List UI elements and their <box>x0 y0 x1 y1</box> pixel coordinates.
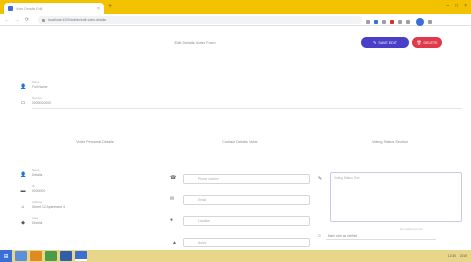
id-card-icon: ▭ <box>20 100 26 106</box>
home-icon: ⌂ <box>21 204 25 210</box>
menu-icon[interactable] <box>428 20 432 24</box>
mail-icon: ✉ <box>170 196 175 202</box>
section-title-status: Voting Status Section <box>371 140 409 144</box>
new-tab-button[interactable]: + <box>108 3 112 10</box>
verified-row[interactable]: ☑ Mark vote as verified <box>318 232 436 240</box>
notes-input[interactable]: Notes <box>183 238 310 247</box>
location-icon: ● <box>170 217 174 223</box>
favicon-icon <box>8 6 13 11</box>
tray-time: 12:30 <box>447 254 456 258</box>
personal-id-field[interactable]: ▬ ID 0000000 <box>20 184 46 194</box>
taskbar-app-icon[interactable] <box>30 251 42 261</box>
email-input[interactable]: Email <box>183 195 310 205</box>
field-label: Name <box>32 168 40 172</box>
os-taskbar: ⊞ 12:30 2019 <box>0 250 471 262</box>
tray-date: 2019 <box>459 254 467 258</box>
field-value: 0000000 <box>32 189 46 193</box>
profile-avatar[interactable] <box>416 18 424 26</box>
browser-tab-strip: Vote Details Edit × + – □ × <box>0 0 471 14</box>
taskbar-app-icon[interactable] <box>15 251 27 261</box>
person-icon: 👤 <box>20 172 27 178</box>
field-label: ID <box>32 184 35 188</box>
close-window-button[interactable]: × <box>464 3 467 9</box>
field-label: Name <box>32 80 40 84</box>
extensions-area <box>366 18 432 26</box>
section-title-personal: Voter Personal Details <box>76 140 114 144</box>
phone-input[interactable]: Phone number <box>183 174 310 184</box>
note-icon: ▲ <box>172 240 177 246</box>
field-underline <box>32 108 462 109</box>
extension-icon[interactable] <box>406 20 410 24</box>
verified-checkbox-label[interactable]: Mark vote as verified <box>325 232 436 240</box>
field-label: Address <box>32 200 43 204</box>
taskbar-app-icon[interactable] <box>45 251 57 261</box>
system-tray: 12:30 2019 <box>448 254 467 258</box>
number-field[interactable]: ▭ Number 0000000000 <box>20 96 51 106</box>
pin-icon: ◆ <box>21 220 25 226</box>
check-icon: ☑ <box>318 234 321 238</box>
tab-title: Vote Details Edit <box>16 6 43 11</box>
edit-icon: ✎ <box>318 176 323 182</box>
page-title: Edit Details Voter Form <box>174 40 216 45</box>
phone-icon: ☎ <box>170 175 177 181</box>
section-title-contact: Contact Details Voter <box>222 140 258 144</box>
forward-button[interactable]: → <box>14 17 20 23</box>
trash-icon: 🗑 <box>416 40 422 45</box>
browser-tab[interactable]: Vote Details Edit × <box>4 3 104 14</box>
name-field[interactable]: 👤 Name Full Name <box>20 80 47 90</box>
minimize-button[interactable]: – <box>446 3 449 9</box>
extension-icon[interactable] <box>390 20 394 24</box>
personal-area-field[interactable]: ◆ Area District <box>20 216 42 226</box>
url-text: localhost:4200/admin/edit-voter-details <box>48 18 107 22</box>
close-tab-icon[interactable]: × <box>97 6 100 12</box>
field-label: Area <box>32 216 38 220</box>
status-textarea[interactable]: Voting Status Text <box>330 172 462 222</box>
bookmark-star-icon[interactable] <box>366 20 370 24</box>
personal-name-field[interactable]: 👤 Name Details <box>20 168 42 178</box>
field-value: 0000000000 <box>32 101 51 105</box>
extension-icon[interactable] <box>398 20 402 24</box>
save-edit-button[interactable]: ✎ SAVE EDIT <box>361 37 409 48</box>
taskbar-app-icon[interactable] <box>60 251 72 261</box>
personal-address-field[interactable]: ⌂ Address Street 12 Apartment 4 <box>20 200 65 210</box>
status-note: last updated just now <box>400 228 423 231</box>
save-icon: ✎ <box>373 40 377 45</box>
field-value: District <box>32 221 43 225</box>
browser-toolbar: ← → ⟳ localhost:4200/admin/edit-voter-de… <box>0 14 471 26</box>
location-input[interactable]: Location <box>183 216 310 226</box>
delete-label: DELETE <box>423 40 438 45</box>
save-edit-label: SAVE EDIT <box>378 40 397 45</box>
start-button[interactable]: ⊞ <box>0 250 12 262</box>
back-button[interactable]: ← <box>4 17 10 23</box>
field-value: Details <box>32 173 43 177</box>
person-icon: 👤 <box>20 84 27 90</box>
card-icon: ▬ <box>20 188 26 194</box>
field-value: Street 12 Apartment 4 <box>32 205 65 209</box>
lock-icon <box>42 18 45 22</box>
reload-button[interactable]: ⟳ <box>24 17 30 23</box>
taskbar-browser-icon[interactable] <box>75 251 87 261</box>
extension-icon[interactable] <box>382 20 386 24</box>
field-label: Number <box>32 96 42 100</box>
window-controls: – □ × <box>446 3 467 9</box>
field-value: Full Name <box>32 85 48 89</box>
address-bar[interactable]: localhost:4200/admin/edit-voter-details <box>38 16 362 24</box>
delete-button[interactable]: 🗑 DELETE <box>412 37 442 48</box>
extension-icon[interactable] <box>374 20 378 24</box>
maximize-button[interactable]: □ <box>455 3 458 9</box>
